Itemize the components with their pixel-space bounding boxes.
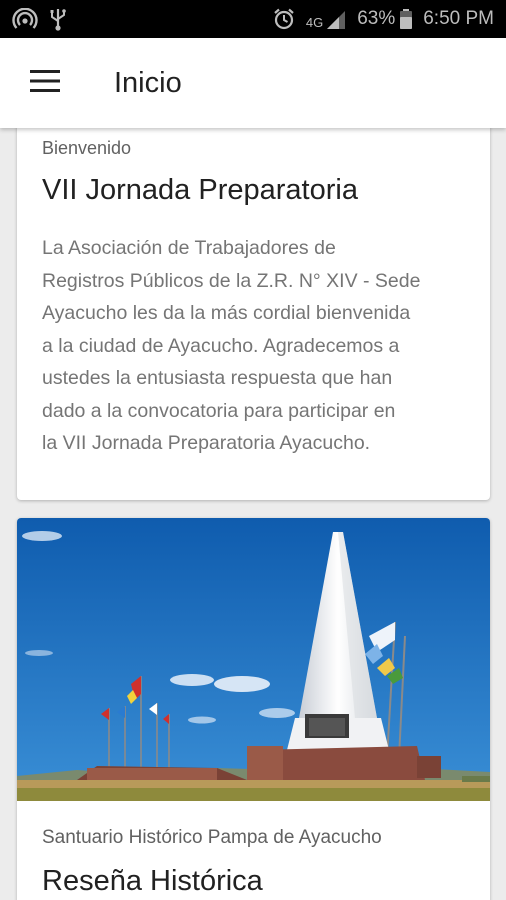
body-line: dado a la convocatoria para participar e… bbox=[42, 399, 396, 422]
welcome-card[interactable]: Bienvenido VII Jornada Preparatoria La A… bbox=[17, 128, 490, 500]
wifi-hotspot-icon bbox=[12, 8, 38, 30]
network-type-label: 4G bbox=[305, 15, 324, 30]
usb-icon bbox=[48, 7, 68, 31]
body-line: ustedes la entusiasta respuesta que han bbox=[42, 367, 393, 389]
app-bar: Inicio bbox=[0, 38, 506, 128]
body-line: Ayacucho les da la más cordial bienvenid… bbox=[42, 302, 411, 324]
feed[interactable]: Bienvenido VII Jornada Preparatoria La A… bbox=[0, 128, 506, 900]
body-line: La Asociación de Trabajadores de bbox=[42, 237, 336, 259]
body-line: la VII Jornada Preparatoria Ayacucho. bbox=[42, 432, 371, 454]
menu-button[interactable] bbox=[0, 38, 90, 128]
battery-percent: 63% bbox=[357, 8, 396, 29]
status-bar: 4G 63% 6:50 PM bbox=[0, 0, 506, 38]
card-overline: Bienvenido bbox=[42, 138, 132, 158]
hamburger-menu-icon bbox=[30, 69, 60, 97]
clock: 6:50 PM bbox=[423, 8, 494, 29]
card-body: La Asociación de Trabajadores de Registr… bbox=[42, 232, 472, 460]
battery-icon bbox=[399, 8, 413, 30]
card-title: Reseña Histórica bbox=[42, 865, 263, 897]
body-line: a la ciudad de Ayacucho. Agradecemos a bbox=[42, 334, 400, 357]
page-title: Inicio bbox=[114, 66, 182, 99]
obelisk-monument-photo bbox=[17, 518, 490, 801]
signal-icon bbox=[325, 8, 347, 30]
body-line: Registros Públicos de la Z.R. N° XIV - S… bbox=[42, 269, 421, 292]
card-overline: Santuario Histórico Pampa de Ayacucho bbox=[42, 827, 382, 848]
alarm-icon bbox=[272, 7, 296, 31]
history-card[interactable]: Santuario Histórico Pampa de Ayacucho Re… bbox=[17, 518, 490, 900]
card-title: VII Jornada Preparatoria bbox=[42, 174, 358, 206]
